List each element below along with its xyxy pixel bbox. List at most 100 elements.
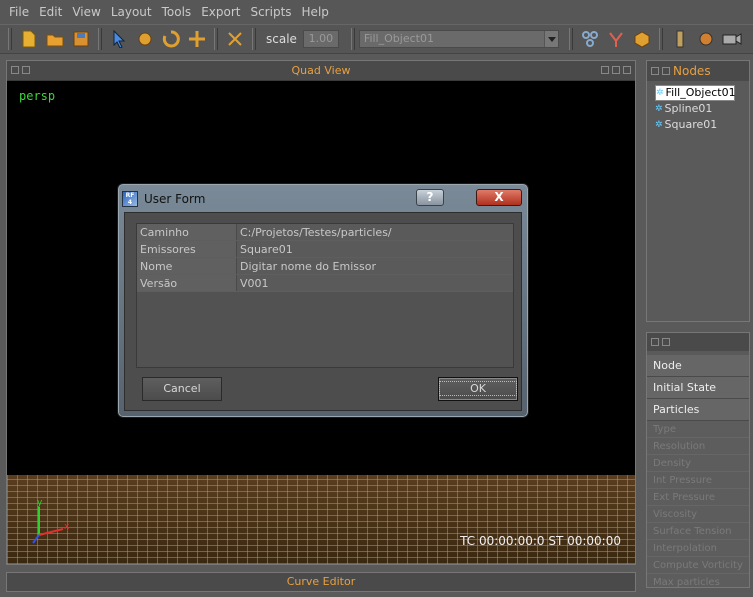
node-item-square01[interactable]: ✲ Square01 (655, 117, 749, 133)
move-icon[interactable] (134, 28, 156, 50)
toolbar-grip[interactable] (98, 28, 102, 50)
menu-file[interactable]: File (4, 0, 34, 24)
axis-gizmo-icon: y x (32, 498, 70, 544)
menu-scripts[interactable]: Scripts (245, 0, 296, 24)
field-label: Versão (137, 275, 237, 291)
toolbar-grip[interactable] (658, 28, 663, 50)
save-icon[interactable] (70, 28, 92, 50)
dialog-titlebar[interactable]: RF 4 User Form ? X (122, 188, 524, 210)
panel-grid-icon[interactable] (662, 67, 670, 75)
cancel-button[interactable]: Cancel (142, 377, 222, 401)
node-icon: ✲ (656, 88, 664, 98)
param-ext-pressure[interactable]: Ext Pressure (647, 489, 749, 506)
param-interpolation[interactable]: Interpolation (647, 540, 749, 557)
menu-tools[interactable]: Tools (157, 0, 197, 24)
quad-view-title: Quad View (291, 64, 351, 77)
cube-icon[interactable] (631, 28, 653, 50)
param-type[interactable]: Type (647, 421, 749, 438)
close-icon[interactable] (623, 66, 631, 74)
curve-editor-panel[interactable]: Curve Editor (6, 572, 636, 592)
properties-panel: Node Initial State Particles Type Resolu… (646, 332, 750, 588)
nodes-header: Nodes (647, 61, 749, 81)
user-form-dialog: RF 4 User Form ? X Caminho C:/Projetos/Te… (117, 183, 529, 418)
minimize-icon[interactable] (601, 66, 609, 74)
table-row: Nome Digitar nome do Emissor (137, 258, 513, 275)
svg-text:x: x (64, 522, 70, 532)
node-label: Fill_Object01 (665, 86, 736, 99)
app-logo-icon: RF 4 (122, 191, 138, 207)
version-field[interactable]: V001 (237, 275, 513, 291)
toolbar-grip[interactable] (8, 28, 12, 50)
node-list: ✲ Fill_Object01 ✲ Spline01 ✲ Square01 (647, 81, 749, 133)
daemon-icon[interactable] (669, 28, 691, 50)
param-resolution[interactable]: Resolution (647, 438, 749, 455)
node-tool-icon[interactable] (224, 28, 246, 50)
object-select[interactable]: Fill_Object01 (358, 30, 559, 48)
object-select-value: Fill_Object01 (363, 32, 434, 45)
panel-float-icon[interactable] (651, 67, 659, 75)
close-button[interactable]: X (476, 189, 522, 206)
toolbar-grip[interactable] (350, 28, 355, 50)
section-node[interactable]: Node (647, 355, 749, 377)
menu-export[interactable]: Export (196, 0, 245, 24)
field-label: Caminho (137, 224, 237, 240)
menu-edit[interactable]: Edit (34, 0, 67, 24)
fork-icon[interactable] (605, 28, 627, 50)
param-compute-vorticity[interactable]: Compute Vorticity (647, 557, 749, 574)
menu-view[interactable]: View (67, 0, 105, 24)
menu-layout[interactable]: Layout (106, 0, 157, 24)
table-row: Versão V001 (137, 275, 513, 292)
toolbar-grip[interactable] (568, 28, 573, 50)
section-particles[interactable]: Particles (647, 399, 749, 421)
toolbar-grip[interactable] (214, 28, 218, 50)
param-density[interactable]: Density (647, 455, 749, 472)
param-surface-tension[interactable]: Surface Tension (647, 523, 749, 540)
svg-text:y: y (37, 498, 43, 508)
camera-icon[interactable] (721, 28, 743, 50)
panel-float-icon[interactable] (11, 66, 19, 74)
quad-view-header: Quad View (7, 61, 635, 81)
main-toolbar: scale 1.00 Fill_Object01 (0, 24, 753, 54)
emitters-field[interactable]: Square01 (237, 241, 513, 257)
toolbar-grip[interactable] (252, 28, 256, 50)
node-item-spline01[interactable]: ✲ Spline01 (655, 101, 749, 117)
panel-float-icon[interactable] (651, 338, 659, 346)
ok-button[interactable]: OK (438, 377, 518, 401)
link-icon[interactable] (579, 28, 601, 50)
field-label: Nome (137, 258, 237, 274)
scale-icon[interactable] (186, 28, 208, 50)
menu-help[interactable]: Help (297, 0, 334, 24)
properties-header (647, 333, 749, 351)
scale-input[interactable]: 1.00 (302, 30, 339, 48)
name-field[interactable]: Digitar nome do Emissor (237, 258, 513, 274)
ground-grid (7, 475, 635, 564)
table-row: Emissores Square01 (137, 241, 513, 258)
new-file-icon[interactable] (18, 28, 40, 50)
select-arrow-icon[interactable] (108, 28, 130, 50)
table-row: Caminho C:/Projetos/Testes/particles/ (137, 224, 513, 241)
dialog-title: User Form (144, 192, 206, 206)
emitter-icon[interactable] (695, 28, 717, 50)
nodes-title: Nodes (673, 64, 711, 78)
dialog-body: Caminho C:/Projetos/Testes/particles/ Em… (124, 212, 522, 411)
param-max-particles[interactable]: Max particles (647, 574, 749, 587)
node-label: Square01 (664, 118, 718, 131)
param-viscosity[interactable]: Viscosity (647, 506, 749, 523)
section-initial-state[interactable]: Initial State (647, 377, 749, 399)
path-field[interactable]: C:/Projetos/Testes/particles/ (237, 224, 513, 240)
curve-editor-title: Curve Editor (286, 575, 356, 588)
maximize-icon[interactable] (612, 66, 620, 74)
open-folder-icon[interactable] (44, 28, 66, 50)
panel-grid-icon[interactable] (662, 338, 670, 346)
rotate-icon[interactable] (160, 28, 182, 50)
form-table: Caminho C:/Projetos/Testes/particles/ Em… (136, 223, 514, 368)
panel-grid-icon[interactable] (22, 66, 30, 74)
timecode-readout: TC 00:00:00:0 ST 00:00:00 (460, 534, 621, 548)
node-icon: ✲ (655, 120, 663, 130)
chevron-down-icon[interactable] (543, 31, 558, 47)
camera-label: persp (19, 89, 56, 103)
node-label: Spline01 (664, 102, 713, 115)
help-button[interactable]: ? (416, 189, 444, 206)
param-int-pressure[interactable]: Int Pressure (647, 472, 749, 489)
node-item-fill-object01[interactable]: ✲ Fill_Object01 (655, 85, 736, 101)
